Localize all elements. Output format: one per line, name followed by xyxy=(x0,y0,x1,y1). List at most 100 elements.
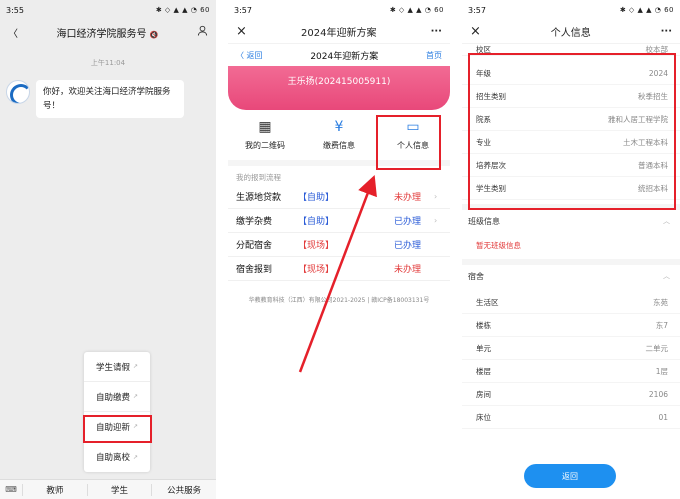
menu-item-leave[interactable]: 学生请假 ↗ xyxy=(84,352,150,382)
chat-time: 上午11:04 xyxy=(90,59,126,67)
info-row-campus: 校区 校本部 xyxy=(462,44,680,56)
chat-title: 海口经济学院服务号 🔇 xyxy=(56,28,159,40)
class-info-header[interactable]: 班级信息 ︿ xyxy=(462,210,680,232)
info-row: 楼栋 东7 xyxy=(462,314,680,337)
external-link-icon: ↗ xyxy=(132,393,139,400)
info-row: 院系 雅和人居工程学院 xyxy=(462,108,680,131)
keyboard-icon[interactable]: ⌨ xyxy=(0,485,22,494)
menu-item-label: 自助迎新 xyxy=(95,422,130,433)
page-title: 2024年迎新方案 xyxy=(301,28,377,39)
menu-item-payment[interactable]: 自助缴费 ↗ xyxy=(84,382,150,412)
payment-info-button[interactable]: ¥ 缴费信息 xyxy=(302,110,376,160)
payment-info-label: 缴费信息 xyxy=(323,141,355,150)
message-row: 你好，欢迎关注海口经济学院服务号！ xyxy=(0,80,216,118)
info-row: 学生类别 统招本科 xyxy=(462,177,680,200)
menu-item-leave-school[interactable]: 自助离校 ↗ xyxy=(84,442,150,472)
info-row: 专业 土木工程本科 xyxy=(462,131,680,154)
close-icon[interactable]: × xyxy=(470,24,481,39)
student-name: 王乐扬(202415005911) xyxy=(287,77,391,87)
home-link[interactable]: 首页 xyxy=(426,50,442,61)
status-time: 3:55 xyxy=(6,5,24,15)
person-icon[interactable] xyxy=(197,25,208,39)
process-type: 【自助】 xyxy=(298,193,335,203)
process-type: 【现场】 xyxy=(298,241,335,251)
tab-public-service[interactable]: 公共服务 xyxy=(151,483,216,496)
no-class-message: 暂无班级信息 xyxy=(476,241,521,250)
dorm-header[interactable]: 宿舍 ︿ xyxy=(462,265,680,287)
process-type: 【现场】 xyxy=(298,265,335,275)
process-row[interactable]: 缴学杂费 【自助】 已办理 › xyxy=(228,209,450,233)
info-row: 床位 01 xyxy=(462,406,680,429)
process-name: 缴学杂费 xyxy=(236,217,273,227)
process-status: 未办理 xyxy=(394,265,422,275)
info-value: 东7 xyxy=(655,320,668,330)
student-banner: 王乐扬(202415005911) xyxy=(228,66,450,110)
info-row: 招生类别 秋季招生 xyxy=(462,85,680,108)
status-icons: ✱ ◇ ▲ ▲ ◔ 60 xyxy=(619,6,674,14)
chevron-right-icon: › xyxy=(434,216,438,225)
process-row[interactable]: 生源地贷款 【自助】 未办理 › xyxy=(228,185,450,209)
info-value: 二单元 xyxy=(645,343,669,353)
chat-header: 〈 海口经济学院服务号 🔇 xyxy=(0,20,216,44)
avatar[interactable] xyxy=(6,80,30,104)
info-key: 年级 xyxy=(476,68,491,78)
info-key: 楼栋 xyxy=(476,320,491,330)
info-value: 2024 xyxy=(648,68,668,78)
info-key: 校区 xyxy=(476,45,491,54)
info-row: 年级 2024 xyxy=(462,62,680,85)
status-icons: ✱ ◇ ▲ ▲ ◔ 60 xyxy=(389,6,444,14)
dorm-info-list: 生活区 东苑 楼栋 东7 单元 二单元 楼层 1层 房间 2106 床位 01 xyxy=(462,287,680,429)
id-card-icon: ▭ xyxy=(406,119,420,135)
caret-up-icon: ︿ xyxy=(663,217,670,225)
sub-title: 2024年迎新方案 xyxy=(310,51,379,62)
info-value: 雅和人居工程学院 xyxy=(608,114,668,124)
info-value: 1层 xyxy=(655,366,668,376)
process-row[interactable]: 分配宿舍 【现场】 已办理 xyxy=(228,233,450,257)
tab-teacher[interactable]: 教师 xyxy=(22,483,87,496)
back-link[interactable]: 〈 返回 xyxy=(236,50,263,61)
process-status: 未办理 xyxy=(394,193,422,203)
wechat-chat-panel: 3:55 ✱ ◇ ▲ ▲ ◔ 60 〈 海口经济学院服务号 🔇 上午11:04 … xyxy=(0,0,216,499)
status-time: 3:57 xyxy=(234,5,252,15)
tab-student[interactable]: 学生 xyxy=(86,483,152,496)
info-value: 2106 xyxy=(648,389,668,399)
payment-icon: ¥ xyxy=(334,119,344,135)
process-name: 分配宿舍 xyxy=(236,241,273,251)
status-bar: 3:57 ✱ ◇ ▲ ▲ ◔ 60 xyxy=(228,0,450,20)
return-button[interactable]: 返回 xyxy=(524,464,616,488)
info-value: 土木工程本科 xyxy=(623,137,668,147)
external-link-icon: ↗ xyxy=(132,363,139,370)
qr-code-label: 我的二维码 xyxy=(245,141,285,150)
dorm-title: 宿舍 xyxy=(468,271,484,281)
info-row: 楼层 1层 xyxy=(462,360,680,383)
status-bar: 3:57 ✱ ◇ ▲ ▲ ◔ 60 xyxy=(462,0,680,20)
external-link-icon: ↗ xyxy=(132,453,139,461)
process-list: 生源地贷款 【自助】 未办理 › 缴学杂费 【自助】 已办理 › 分配宿舍 【现… xyxy=(228,185,450,281)
info-value: 校本部 xyxy=(645,45,669,54)
status-time: 3:57 xyxy=(468,5,486,15)
qr-code-button[interactable]: ▦ 我的二维码 xyxy=(228,110,302,160)
info-value: 普通本科 xyxy=(638,160,668,170)
process-name: 生源地贷款 xyxy=(236,193,282,203)
info-key: 院系 xyxy=(476,114,491,124)
menu-item-enrollment[interactable]: 自助迎新 ↗ xyxy=(84,412,150,442)
process-status: 已办理 xyxy=(394,241,422,251)
info-key: 招生类别 xyxy=(476,91,506,101)
chevron-left-icon[interactable]: 〈 xyxy=(8,25,18,40)
message-bubble: 你好，欢迎关注海口经济学院服务号！ xyxy=(36,80,184,118)
student-submenu: 学生请假 ↗ 自助缴费 ↗ 自助迎新 ↗ 自助离校 ↗ xyxy=(84,352,150,472)
service-menu-bar: ⌨ 教师 学生 公共服务 xyxy=(0,479,216,499)
close-icon[interactable]: × xyxy=(236,24,247,39)
function-icons: ▦ 我的二维码 ¥ 缴费信息 ▭ 个人信息 xyxy=(228,110,450,166)
process-row[interactable]: 宿舍报到 【现场】 未办理 xyxy=(228,257,450,281)
academic-info-list: 年级 2024 招生类别 秋季招生 院系 雅和人居工程学院 专业 土木工程本科 培养层次… xyxy=(462,56,680,200)
info-key: 培养层次 xyxy=(476,160,506,170)
status-icons: ✱ ◇ ▲ ▲ ◔ 60 xyxy=(155,6,210,14)
info-value: 统招本科 xyxy=(638,183,668,193)
more-icon[interactable]: ··· xyxy=(661,26,672,37)
info-row: 培养层次 普通本科 xyxy=(462,154,680,177)
personal-info-button[interactable]: ▭ 个人信息 xyxy=(376,110,450,160)
personal-info-label: 个人信息 xyxy=(397,141,429,150)
more-icon[interactable]: ··· xyxy=(431,26,442,37)
menu-item-label: 自助离校 xyxy=(95,453,130,463)
